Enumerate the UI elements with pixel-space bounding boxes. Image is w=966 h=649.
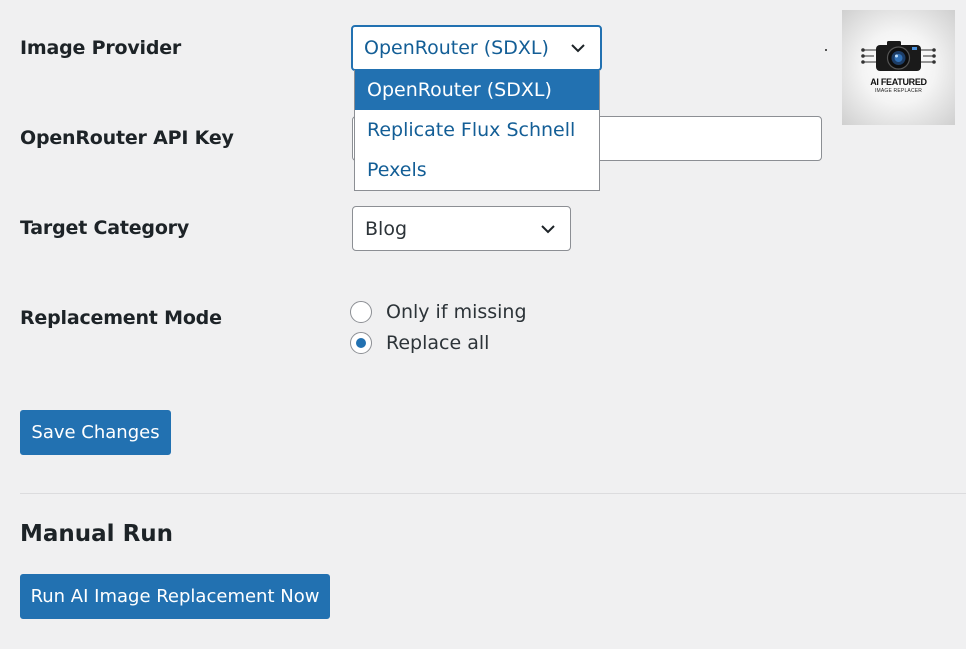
logo-title: AI FEATURED xyxy=(870,77,927,87)
target-category-selected-value: Blog xyxy=(365,217,407,240)
target-category-label: Target Category xyxy=(20,217,190,239)
camera-icon xyxy=(861,41,936,71)
api-key-label: OpenRouter API Key xyxy=(20,127,234,149)
section-divider xyxy=(20,493,966,494)
radio-button[interactable] xyxy=(350,301,372,323)
dropdown-option-openrouter[interactable]: OpenRouter (SDXL) xyxy=(355,70,599,110)
dropdown-option-pexels[interactable]: Pexels xyxy=(355,150,599,190)
chevron-down-icon xyxy=(571,44,585,53)
radio-option-replace-all[interactable]: Replace all xyxy=(350,332,489,354)
radio-option-only-if-missing[interactable]: Only if missing xyxy=(350,301,527,323)
replacement-mode-label: Replacement Mode xyxy=(20,307,222,329)
chevron-down-icon xyxy=(541,224,555,233)
image-provider-selected-value: OpenRouter (SDXL) xyxy=(364,37,549,59)
plugin-logo: AI FEATURED IMAGE REPLACER xyxy=(842,10,955,125)
manual-run-heading: Manual Run xyxy=(20,521,174,547)
target-category-select[interactable]: Blog xyxy=(352,206,571,251)
radio-label: Only if missing xyxy=(386,301,527,323)
logo-subtitle: IMAGE REPLACER xyxy=(874,88,923,94)
dropdown-option-replicate[interactable]: Replicate Flux Schnell xyxy=(355,110,599,150)
radio-label: Replace all xyxy=(386,332,490,354)
image-provider-select[interactable]: OpenRouter (SDXL) xyxy=(351,25,602,71)
image-provider-label: Image Provider xyxy=(20,37,182,59)
stray-dot xyxy=(825,49,827,51)
run-replacement-button[interactable]: Run AI Image Replacement Now xyxy=(20,574,330,619)
save-changes-button[interactable]: Save Changes xyxy=(20,410,171,455)
image-provider-dropdown: OpenRouter (SDXL) Replicate Flux Schnell… xyxy=(354,70,600,191)
radio-button-checked[interactable] xyxy=(350,332,372,354)
